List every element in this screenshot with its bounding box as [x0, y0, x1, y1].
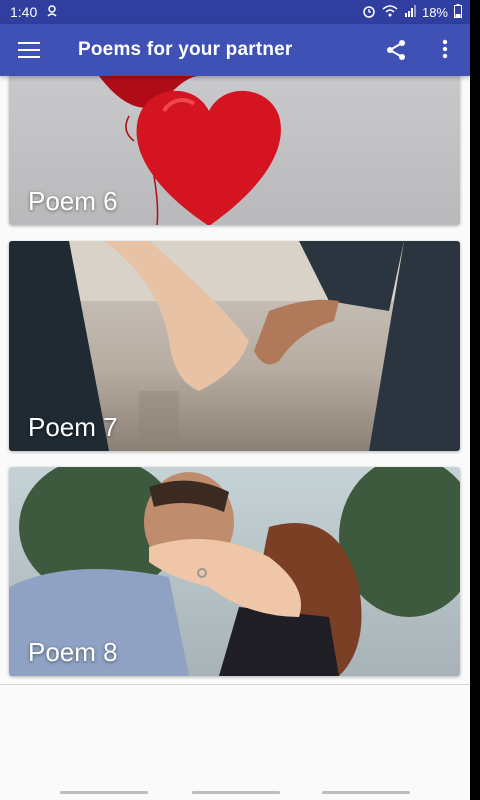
share-icon[interactable]	[384, 38, 408, 67]
poem-card-label: Poem 7	[28, 412, 118, 442]
battery-icon	[454, 3, 462, 21]
app-bar: Poems for your partner	[0, 24, 470, 76]
poem-card-label: Poem 6	[28, 186, 118, 216]
screen-edge	[470, 0, 480, 800]
signal-icon	[404, 4, 416, 20]
menu-icon[interactable]	[18, 37, 48, 63]
notification-icon	[45, 4, 59, 21]
app-title: Poems for your partner	[78, 39, 293, 60]
battery-percent: 18%	[421, 4, 448, 20]
poem-card[interactable]: Poem 8	[9, 467, 460, 676]
status-bar: 1:40 18%	[0, 0, 470, 24]
poem-card[interactable]: Poem 7	[9, 241, 460, 451]
status-time: 1:40	[10, 4, 38, 20]
poem-card[interactable]: Poem 6	[9, 76, 460, 225]
poem-card-label: Poem 8	[28, 637, 118, 667]
more-vert-icon[interactable]	[442, 38, 448, 65]
nav-hint-center	[192, 791, 280, 794]
list-divider	[0, 684, 470, 685]
alarm-icon	[362, 4, 376, 21]
nav-hint-right	[322, 791, 410, 794]
nav-hint-left	[60, 791, 148, 794]
wifi-icon	[382, 4, 398, 21]
